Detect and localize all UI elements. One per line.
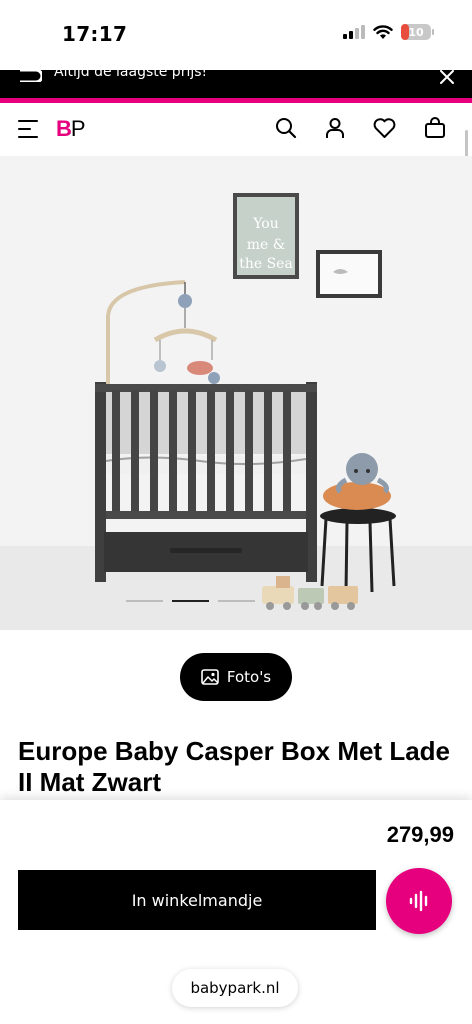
search-icon[interactable] (275, 117, 297, 139)
add-to-cart-button[interactable]: In winkelmandje (18, 870, 376, 930)
carousel-dot[interactable] (126, 600, 163, 602)
logo-p: P (70, 116, 86, 141)
audio-waveform-icon (409, 890, 428, 912)
promo-logo-icon (20, 68, 42, 82)
browser-url-bar[interactable]: babypark.nl (172, 969, 298, 1007)
status-bar: 17:17 10 (0, 0, 472, 70)
frame-text-1: You (252, 216, 278, 232)
carousel-dot[interactable] (218, 600, 255, 602)
purchase-panel: 279,99 In winkelmandje babypark.nl (0, 800, 472, 1024)
voice-assistant-button[interactable] (386, 868, 452, 934)
product-title: Europe Baby Casper Box Met Lade II Mat Z… (18, 736, 450, 797)
product-photo-illustration: You me & the Sea (0, 156, 472, 630)
photos-button[interactable]: Foto's (180, 653, 292, 701)
status-icons: 10 (343, 24, 434, 40)
wifi-icon (373, 24, 393, 39)
battery-icon: 10 (401, 24, 431, 40)
carousel-dot-active[interactable] (172, 600, 209, 602)
site-header: BP (0, 103, 472, 157)
promo-text: Altijd de laagste prijs! (54, 64, 208, 80)
close-icon[interactable] (440, 70, 454, 84)
image-icon (201, 669, 219, 685)
heart-icon[interactable] (373, 117, 396, 139)
promo-banner: Altijd de laagste prijs! (0, 64, 472, 98)
logo-b: B (56, 116, 72, 141)
carousel-indicators[interactable] (126, 600, 255, 602)
status-time: 17:17 (62, 22, 128, 46)
account-icon[interactable] (324, 117, 346, 139)
url-text: babypark.nl (190, 979, 280, 997)
battery-indicator: 10 (401, 24, 434, 40)
site-logo[interactable]: BP (56, 116, 86, 142)
product-image[interactable]: You me & the Sea (0, 156, 472, 630)
add-to-cart-label: In winkelmandje (131, 890, 263, 910)
battery-cap (432, 29, 434, 35)
frame-text-3: the Sea (239, 256, 293, 272)
menu-icon[interactable] (18, 119, 38, 139)
photos-button-label: Foto's (226, 668, 272, 686)
signal-icon (343, 25, 365, 39)
frame-text-2: me & (247, 237, 285, 253)
bag-icon[interactable] (424, 117, 446, 139)
product-price: 279,99 (386, 822, 454, 847)
battery-percent: 10 (408, 25, 424, 39)
